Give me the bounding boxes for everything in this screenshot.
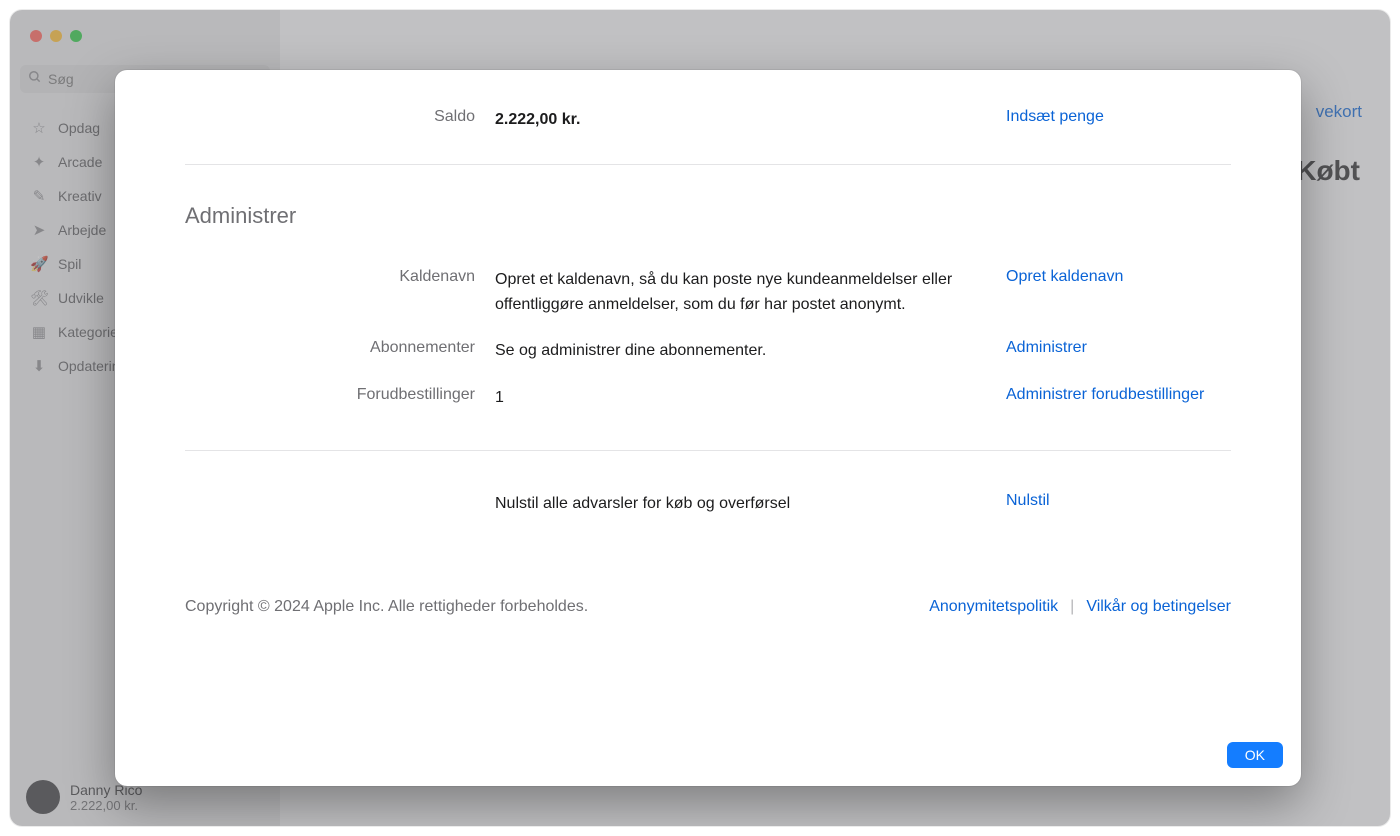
manage-preorders-link[interactable]: Administrer forudbestillinger — [1006, 386, 1231, 404]
copyright-text: Copyright © 2024 Apple Inc. Alle rettigh… — [185, 598, 588, 616]
preorders-label: Forudbestillinger — [185, 386, 475, 404]
nickname-label: Kaldenavn — [185, 268, 475, 286]
balance-label: Saldo — [185, 108, 475, 126]
preorders-count: 1 — [495, 386, 986, 411]
balance-value: 2.222,00 kr. — [495, 108, 986, 133]
modal-actions: OK — [115, 730, 1301, 786]
reset-warnings-link[interactable]: Nulstil — [1006, 492, 1231, 510]
ok-button[interactable]: OK — [1227, 742, 1283, 768]
preorders-row: Forudbestillinger 1 Administrer forudbes… — [185, 375, 1231, 422]
reset-warnings-row: Nulstil alle advarsler for køb og overfø… — [185, 489, 1231, 520]
divider — [185, 450, 1231, 451]
subscriptions-label: Abonnementer — [185, 339, 475, 357]
privacy-policy-link[interactable]: Anonymitetspolitik — [929, 598, 1058, 616]
divider — [185, 164, 1231, 165]
balance-row: Saldo 2.222,00 kr. Indsæt penge — [185, 105, 1231, 136]
subscriptions-row: Abonnementer Se og administrer dine abon… — [185, 328, 1231, 375]
footer: Copyright © 2024 Apple Inc. Alle rettigh… — [185, 598, 1231, 616]
nickname-row: Kaldenavn Opret et kaldenavn, så du kan … — [185, 257, 1231, 329]
nickname-description: Opret et kaldenavn, så du kan poste nye … — [495, 268, 986, 318]
separator: | — [1070, 598, 1074, 616]
reset-warnings-description: Nulstil alle advarsler for køb og overfø… — [495, 492, 986, 517]
create-nickname-link[interactable]: Opret kaldenavn — [1006, 268, 1231, 286]
subscriptions-description: Se og administrer dine abonnementer. — [495, 339, 986, 364]
manage-section-title: Administrer — [185, 203, 1231, 229]
manage-subscriptions-link[interactable]: Administrer — [1006, 339, 1231, 357]
terms-link[interactable]: Vilkår og betingelser — [1086, 598, 1231, 616]
add-funds-link[interactable]: Indsæt penge — [1006, 108, 1231, 126]
account-settings-modal: Saldo 2.222,00 kr. Indsæt penge Administ… — [115, 70, 1301, 786]
app-window: ☆ Opdag ✦ Arcade ✎ Kreativ ➤ Arbejde 🚀 S… — [10, 10, 1390, 826]
